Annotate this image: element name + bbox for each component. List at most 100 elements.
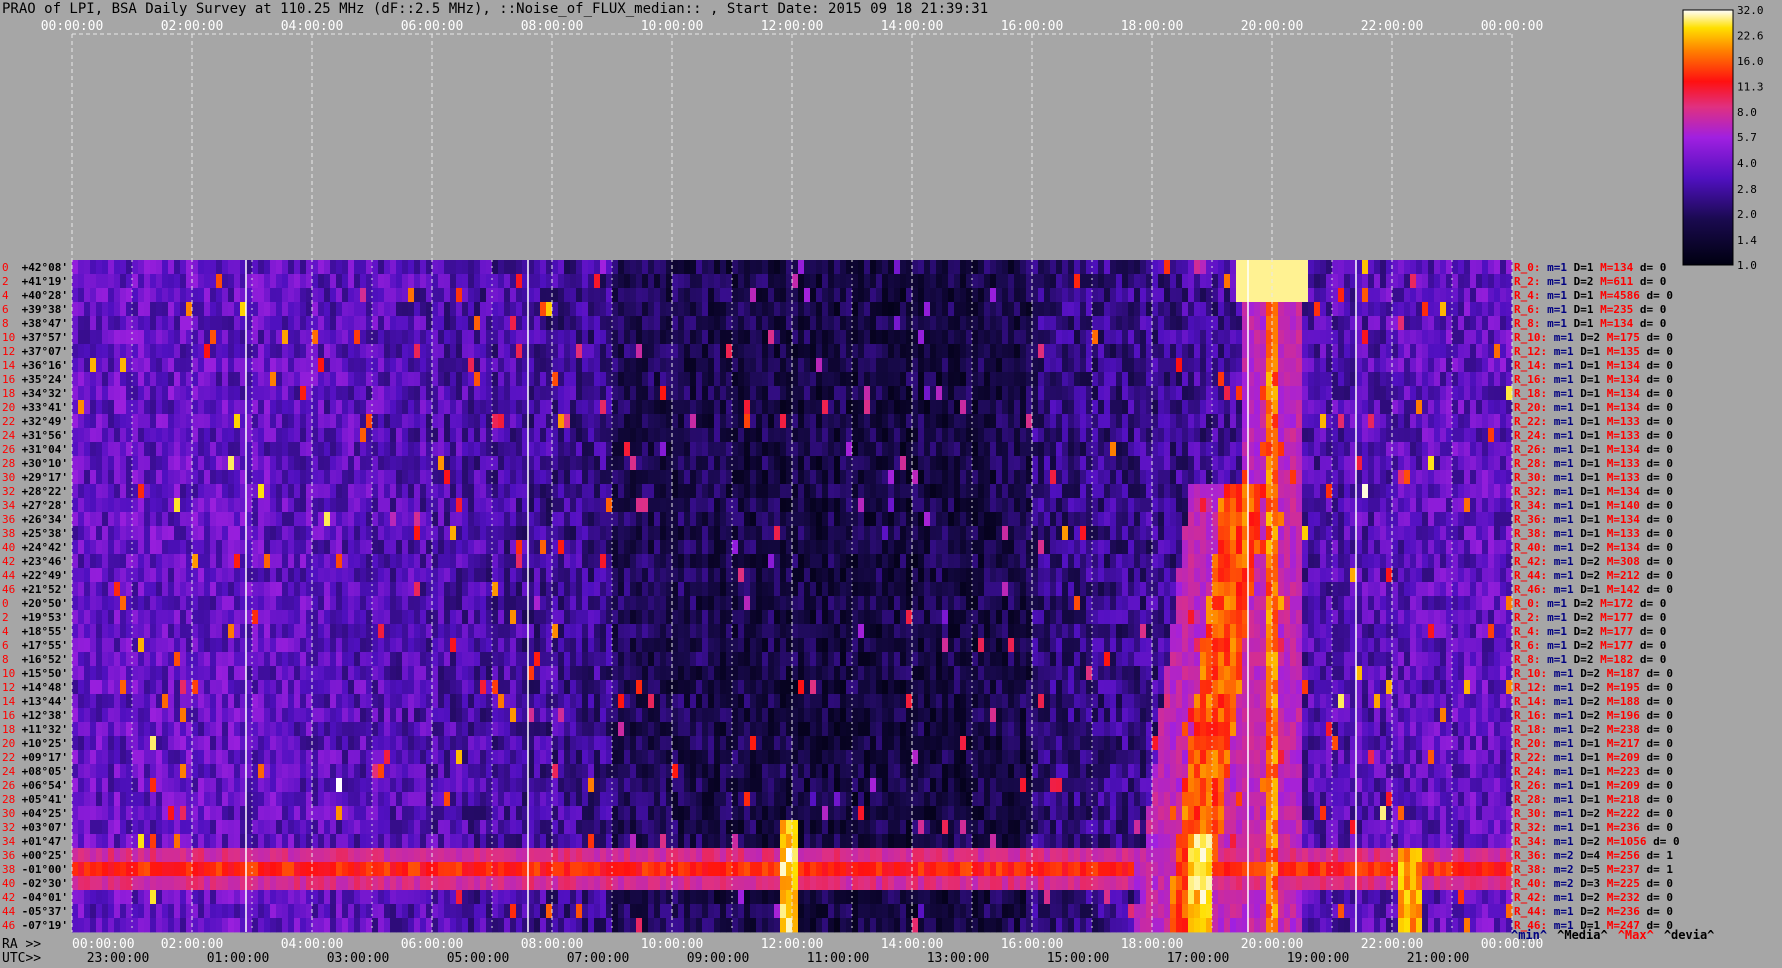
heatmap-cell [1014, 316, 1021, 331]
heatmap-cell [78, 288, 85, 303]
heatmap-cell [354, 372, 361, 387]
heatmap-cell [1176, 400, 1183, 415]
heatmap-cell [780, 456, 787, 471]
heatmap-cell [864, 400, 871, 415]
heatmap-cell [1260, 358, 1267, 373]
heatmap-cell [432, 526, 439, 541]
heatmap-cell [864, 330, 871, 345]
heatmap-cell [810, 358, 817, 373]
heatmap-cell [1428, 316, 1435, 331]
heatmap-cell [666, 400, 673, 415]
heatmap-cell [702, 344, 709, 359]
heatmap-cell [492, 274, 499, 289]
heatmap-cell [504, 344, 511, 359]
heatmap-cell [936, 344, 943, 359]
heatmap-cell [1002, 414, 1009, 429]
heatmap-cell [528, 358, 535, 373]
heatmap-cell [888, 316, 895, 331]
heatmap-cell [1398, 260, 1405, 275]
heatmap-cell [96, 316, 103, 331]
heatmap-cell [504, 540, 511, 555]
heatmap-cell [162, 414, 169, 429]
heatmap-cell [606, 456, 613, 471]
heatmap-cell [876, 526, 883, 541]
heatmap-cell [732, 316, 739, 331]
heatmap-cell [1440, 330, 1447, 345]
heatmap-cell [600, 512, 607, 527]
heatmap-cell [396, 400, 403, 415]
heatmap-cell [720, 484, 727, 499]
heatmap-cell [984, 498, 991, 513]
heatmap-cell [1020, 540, 1027, 555]
heatmap-cell [1374, 484, 1381, 499]
heatmap-cell [558, 288, 565, 303]
heatmap-cell [630, 512, 637, 527]
heatmap-cell [414, 372, 421, 387]
heatmap-cell [1230, 498, 1237, 513]
heatmap-cell [300, 484, 307, 499]
heatmap-cell [114, 498, 121, 513]
heatmap-cell [894, 330, 901, 345]
heatmap-cell [714, 512, 721, 527]
heatmap-cell [750, 288, 757, 303]
heatmap-cell [720, 470, 727, 485]
heatmap-cell [690, 442, 697, 457]
heatmap-cell [1374, 302, 1381, 317]
heatmap-cell [126, 288, 133, 303]
heatmap-cell [702, 302, 709, 317]
heatmap-cell [1074, 260, 1081, 275]
heatmap-cell [1230, 456, 1237, 471]
heatmap-cell [132, 470, 139, 485]
heatmap-cell [252, 400, 259, 415]
heatmap-cell [534, 288, 541, 303]
heatmap-cell [756, 526, 763, 541]
heatmap-cell [1182, 274, 1189, 289]
heatmap-cell [1110, 442, 1117, 457]
heatmap-cell [1002, 484, 1009, 499]
heatmap-cell [1260, 344, 1267, 359]
heatmap-cell [1146, 484, 1153, 499]
heatmap-cell [378, 442, 385, 457]
heatmap-cell [120, 274, 127, 289]
heatmap-cell [360, 540, 367, 555]
heatmap-cell [402, 386, 409, 401]
heatmap-cell [876, 288, 883, 303]
heatmap-cell [114, 484, 121, 499]
heatmap-cell [1182, 498, 1189, 513]
heatmap-cell [1164, 512, 1171, 527]
heatmap-cell [804, 512, 811, 527]
heatmap-cell [798, 344, 805, 359]
heatmap-cell [828, 456, 835, 471]
heatmap-cell [696, 344, 703, 359]
heatmap-cell [1332, 484, 1339, 499]
heatmap-cell [732, 526, 739, 541]
heatmap-cell [126, 512, 133, 527]
heatmap-cell [1110, 372, 1117, 387]
heatmap-cell [1410, 344, 1417, 359]
heatmap-cell [1116, 428, 1123, 443]
heatmap-cell [1152, 456, 1159, 471]
heatmap-cell [132, 288, 139, 303]
heatmap-cell [1062, 470, 1069, 485]
heatmap-cell [336, 456, 343, 471]
heatmap-cell [588, 498, 595, 513]
heatmap-cell [702, 428, 709, 443]
heatmap-cell [636, 498, 643, 513]
heatmap-cell [1098, 512, 1105, 527]
heatmap-cell [546, 344, 553, 359]
heatmap-cell [252, 456, 259, 471]
heatmap-cell [1200, 400, 1207, 415]
heatmap-cell [1470, 484, 1477, 499]
heatmap-cell [1158, 456, 1165, 471]
heatmap-cell [600, 288, 607, 303]
heatmap-cell [1302, 274, 1309, 289]
heatmap-cell [1020, 344, 1027, 359]
heatmap-cell [300, 316, 307, 331]
heatmap-cell [1074, 526, 1081, 541]
heatmap-cell [264, 274, 271, 289]
heatmap-cell [1074, 274, 1081, 289]
heatmap-cell [594, 288, 601, 303]
heatmap-cell [1188, 512, 1195, 527]
heatmap-cell [1434, 330, 1441, 345]
heatmap-cell [276, 484, 283, 499]
